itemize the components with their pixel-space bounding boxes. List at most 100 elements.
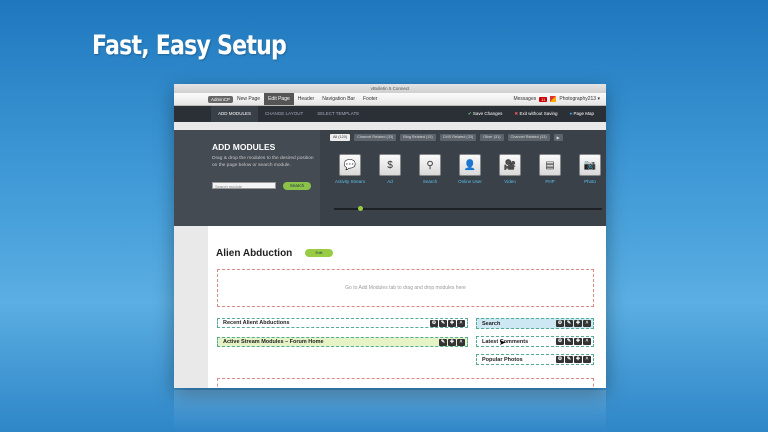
module-drop-zone[interactable]: Go to Add Modules tab to drag and drop m… xyxy=(217,269,594,307)
window-reflection xyxy=(174,390,606,432)
top-navigation: AdminCP New Page Edit Page Header Naviga… xyxy=(174,93,606,106)
module-title: Search xyxy=(482,320,501,327)
gear-icon[interactable]: ⚙ xyxy=(430,319,438,327)
messages-count-badge: 11 xyxy=(539,96,548,102)
collapse-icon[interactable]: ˄ xyxy=(583,338,591,345)
pencil-icon[interactable]: ✎ xyxy=(565,338,573,345)
search-module-input[interactable]: Search module xyxy=(212,182,276,189)
move-icon[interactable]: ✚ xyxy=(448,319,456,327)
filter-all[interactable]: All (120) xyxy=(330,134,351,141)
gear-icon[interactable]: ⚙ xyxy=(556,320,564,327)
user-area: Messages 11 Photography213 ▾ xyxy=(513,96,600,102)
module-list: 💬 Activity Stream $ Ad ⚲ Search 👤 Online… xyxy=(330,154,606,184)
headline: Fast, Easy Setup xyxy=(92,30,287,61)
speech-bubbles-icon: 💬 xyxy=(339,154,361,176)
collapse-icon[interactable]: ˄ xyxy=(583,320,591,327)
nav-navigation-bar[interactable]: Navigation Bar xyxy=(318,93,359,105)
video-camera-icon: 🎥 xyxy=(499,154,521,176)
nav-header[interactable]: Header xyxy=(294,93,318,105)
edit-title-button[interactable]: Edit xyxy=(305,249,333,257)
collapse-icon[interactable]: ˄ xyxy=(457,338,465,346)
page-map-button[interactable]: ● Page Map xyxy=(570,111,595,117)
user-avatar-icon xyxy=(550,96,557,102)
page-canvas: Alien Abduction Edit Go to Add Modules t… xyxy=(208,226,606,388)
tab-add-modules[interactable]: ADD MODULES xyxy=(211,106,259,122)
pencil-icon[interactable]: ✎ xyxy=(565,356,573,363)
page-title: Alien Abduction xyxy=(216,248,293,259)
module-label: Photo xyxy=(584,179,596,184)
search-button[interactable]: Search xyxy=(283,182,311,190)
module-online-user[interactable]: 👤 Online User xyxy=(450,154,490,184)
module-photo[interactable]: 📷 Photo xyxy=(570,154,606,184)
exit-label: Exit without Saving xyxy=(519,111,558,116)
app-window: vBulletin 5 Connect AdminCP New Page Edi… xyxy=(174,84,606,388)
tab-change-layout[interactable]: CHANGE LAYOUT xyxy=(258,106,310,122)
php-file-icon: ▤ xyxy=(539,154,561,176)
check-icon: ✔ xyxy=(467,111,472,116)
add-modules-panel: ADD MODULES Drag & drop the modules to t… xyxy=(174,130,606,226)
module-title: Popular Photos xyxy=(482,356,523,363)
module-video[interactable]: 🎥 Video xyxy=(490,154,530,184)
filter-channel[interactable]: Channel Related (33) xyxy=(354,134,397,141)
filter-cms[interactable]: CMS Related (33) xyxy=(439,134,477,141)
module-title: Active Stream Modules – Forum Home xyxy=(223,339,324,345)
module-label: Search xyxy=(422,179,438,184)
page-map-label: Page Map xyxy=(573,111,594,116)
bottom-drop-zone[interactable] xyxy=(217,378,594,388)
move-icon[interactable]: ✚ xyxy=(574,356,582,363)
filter-blog[interactable]: Blog Related (15) xyxy=(400,134,436,141)
module-label: Activity Stream xyxy=(334,179,365,184)
nav-new-page[interactable]: New Page xyxy=(233,93,264,105)
module-title: Recent Alient Abductions xyxy=(223,320,290,326)
filter-other[interactable]: Other (31) xyxy=(480,134,504,141)
user-menu[interactable]: Photography213 ▾ xyxy=(559,96,600,102)
slider-handle[interactable] xyxy=(358,206,363,211)
user-icon: 👤 xyxy=(459,154,481,176)
move-icon[interactable]: ✚ xyxy=(574,320,582,327)
save-changes-label: Save Changes xyxy=(472,111,503,116)
nav-edit-page[interactable]: Edit Page xyxy=(264,93,294,105)
money-bag-icon: $ xyxy=(379,154,401,176)
module-search[interactable]: ⚲ Search xyxy=(410,154,450,184)
filter-channel-2[interactable]: Channel Related (33) xyxy=(507,134,550,141)
module-label: Ad xyxy=(387,179,393,184)
pencil-icon[interactable]: ✎ xyxy=(565,320,573,327)
camera-icon: 📷 xyxy=(579,154,601,176)
move-icon[interactable]: ✚ xyxy=(574,338,582,345)
mouse-cursor-icon: ➤ xyxy=(499,338,506,347)
module-ad[interactable]: $ Ad xyxy=(370,154,410,184)
gear-icon[interactable]: ⚙ xyxy=(556,338,564,345)
module-label: PHP xyxy=(545,179,555,184)
editor-toolbar: ADD MODULES CHANGE LAYOUT SELECT TEMPLAT… xyxy=(174,106,606,122)
module-scroll-slider[interactable] xyxy=(334,206,602,211)
module-popular-photos[interactable]: Popular Photos ⚙ ✎ ✚ ˄ xyxy=(476,354,594,365)
module-label: Video xyxy=(504,179,516,184)
admincp-button[interactable]: AdminCP xyxy=(208,95,234,103)
window-title: vBulletin 5 Connect xyxy=(174,84,606,93)
nav-footer[interactable]: Footer xyxy=(359,93,381,105)
tab-select-template[interactable]: SELECT TEMPLATE xyxy=(310,106,366,122)
filter-next-arrow[interactable]: ▶ xyxy=(553,134,563,141)
messages-link[interactable]: Messages xyxy=(513,96,536,102)
magnifier-icon: ⚲ xyxy=(419,154,441,176)
module-recent-abductions[interactable]: Recent Alient Abductions ⚙ ✎ ✚ ˄ xyxy=(217,318,468,328)
exit-without-saving-button[interactable]: ✖ Exit without Saving xyxy=(514,111,557,117)
admincp-label: AdminCP xyxy=(211,96,231,102)
save-changes-button[interactable]: ✔ Save Changes xyxy=(468,111,503,117)
module-php[interactable]: ▤ PHP xyxy=(530,154,570,184)
collapse-icon[interactable]: ˄ xyxy=(457,319,465,327)
module-search-widget[interactable]: Search ⚙ ✎ ✚ ˄ xyxy=(476,318,594,329)
module-active-stream[interactable]: Active Stream Modules – Forum Home ✎ ✚ ˄ xyxy=(217,337,468,347)
module-activity-stream[interactable]: 💬 Activity Stream xyxy=(330,154,370,184)
module-latest-comments[interactable]: Latest Comments ⚙ ✎ ✚ ˄ xyxy=(476,336,594,347)
collapse-icon[interactable]: ˄ xyxy=(583,356,591,363)
module-label: Online User xyxy=(458,179,482,184)
module-filters: All (120) Channel Related (33) Blog Rela… xyxy=(330,134,563,141)
move-icon[interactable]: ✚ xyxy=(448,338,456,346)
pencil-icon[interactable]: ✎ xyxy=(439,319,447,327)
map-pin-icon: ● xyxy=(569,111,573,116)
gear-icon[interactable]: ⚙ xyxy=(556,356,564,363)
pencil-icon[interactable]: ✎ xyxy=(439,338,447,346)
close-icon: ✖ xyxy=(514,111,519,116)
add-modules-sidebar: ADD MODULES Drag & drop the modules to t… xyxy=(174,130,320,226)
